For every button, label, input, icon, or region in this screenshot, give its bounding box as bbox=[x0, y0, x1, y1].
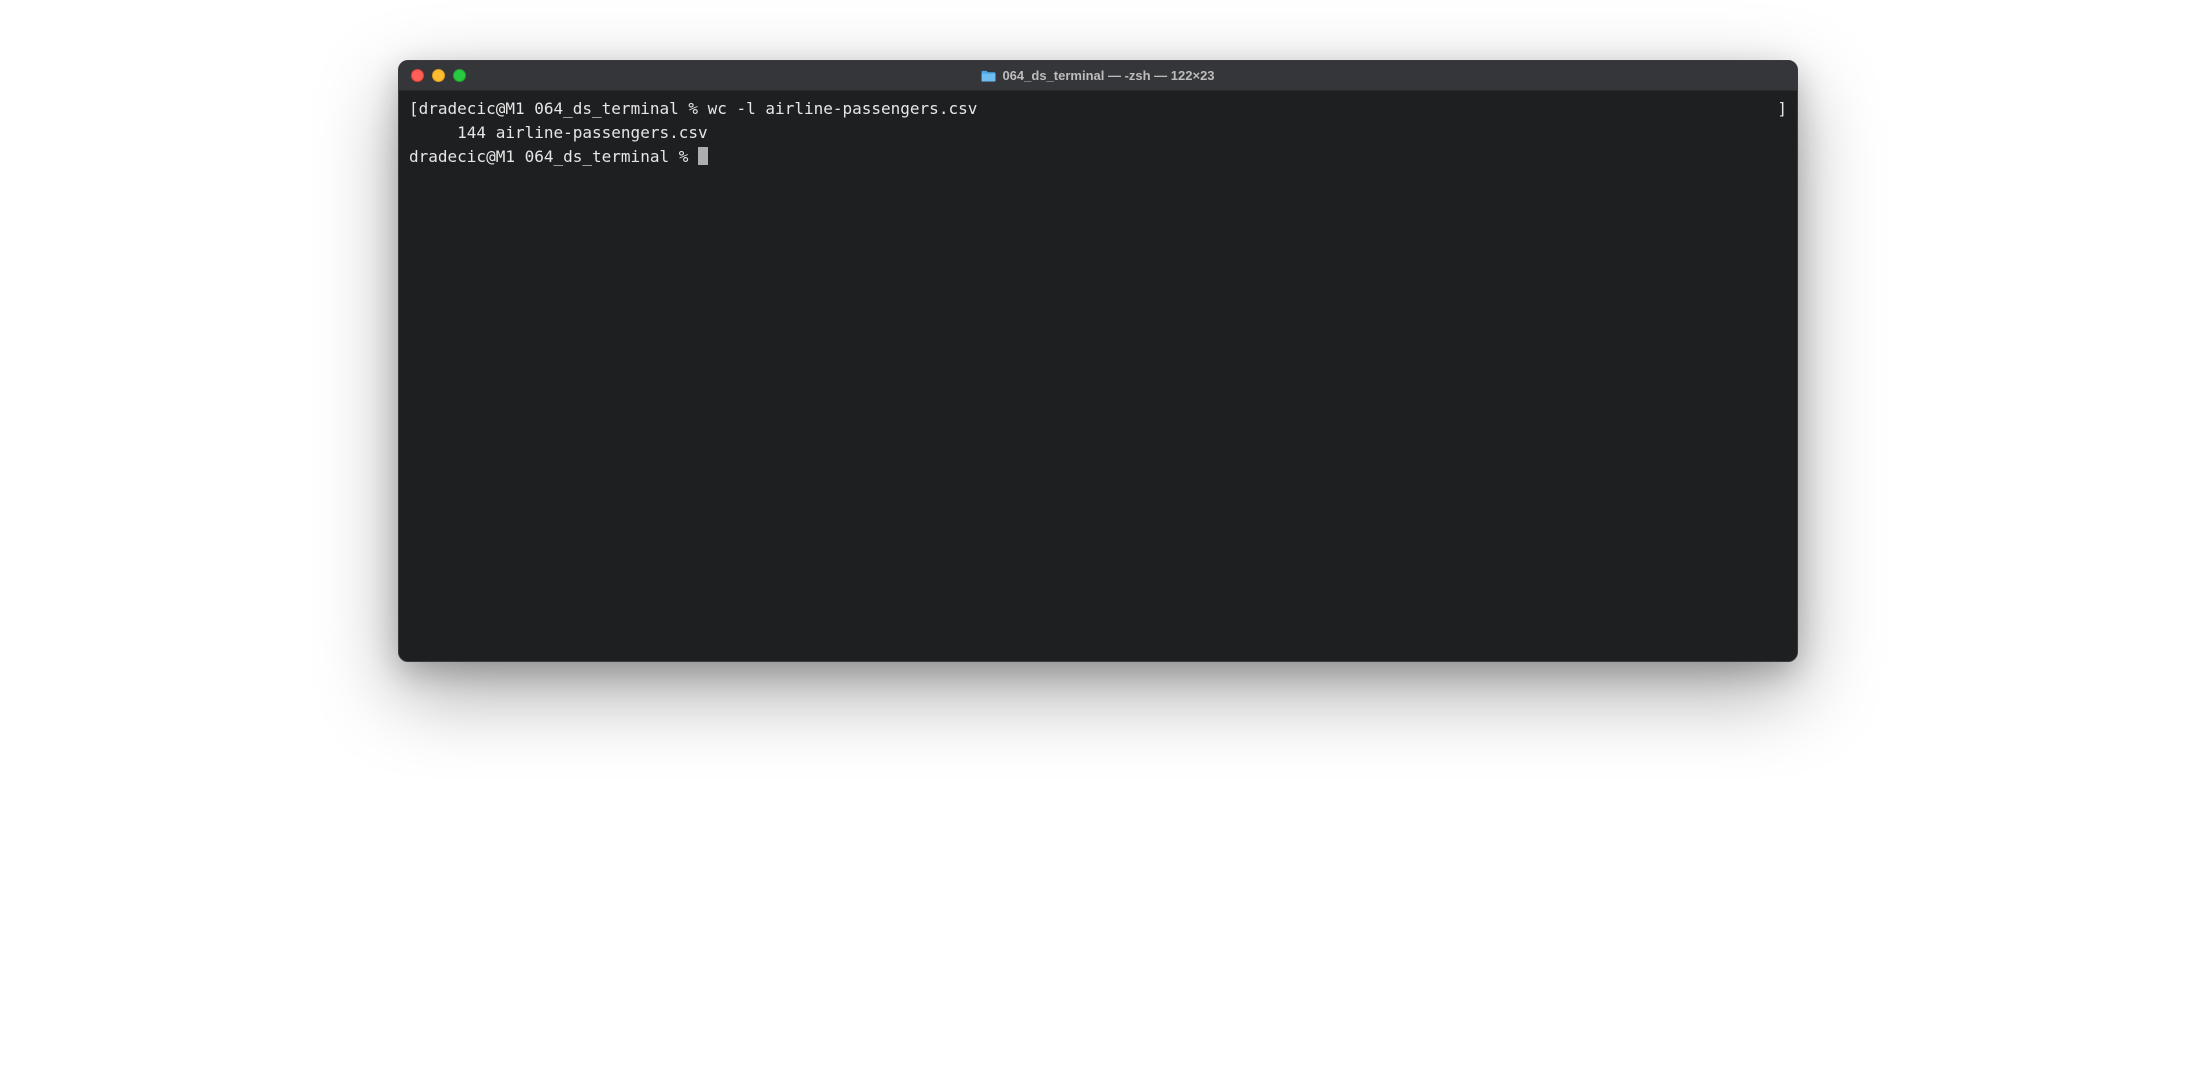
terminal-body[interactable]: [dradecic@M1 064_ds_terminal % wc -l air… bbox=[399, 91, 1797, 661]
window-title-text: 064_ds_terminal — -zsh — 122×23 bbox=[1002, 68, 1214, 83]
cursor bbox=[698, 147, 708, 165]
traffic-lights bbox=[411, 69, 466, 82]
prompt-right-bracket: ] bbox=[1777, 97, 1787, 121]
close-button[interactable] bbox=[411, 69, 424, 82]
shell-prompt: dradecic@M1 064_ds_terminal % bbox=[409, 147, 698, 166]
folder-icon bbox=[981, 70, 996, 82]
terminal-line-2: 144 airline-passengers.csv bbox=[409, 121, 1787, 145]
maximize-button[interactable] bbox=[453, 69, 466, 82]
terminal-line-1: [dradecic@M1 064_ds_terminal % wc -l air… bbox=[409, 97, 1787, 121]
prompt-left-bracket: [ bbox=[409, 99, 419, 118]
window-title: 064_ds_terminal — -zsh — 122×23 bbox=[981, 68, 1214, 83]
shell-prompt: dradecic@M1 064_ds_terminal % bbox=[419, 99, 708, 118]
titlebar[interactable]: 064_ds_terminal — -zsh — 122×23 bbox=[399, 61, 1797, 91]
terminal-line-3: dradecic@M1 064_ds_terminal % bbox=[409, 145, 1787, 169]
command-output: 144 airline-passengers.csv bbox=[409, 123, 708, 142]
command-text: wc -l airline-passengers.csv bbox=[708, 99, 978, 118]
minimize-button[interactable] bbox=[432, 69, 445, 82]
terminal-window: 064_ds_terminal — -zsh — 122×23 [dradeci… bbox=[398, 60, 1798, 662]
